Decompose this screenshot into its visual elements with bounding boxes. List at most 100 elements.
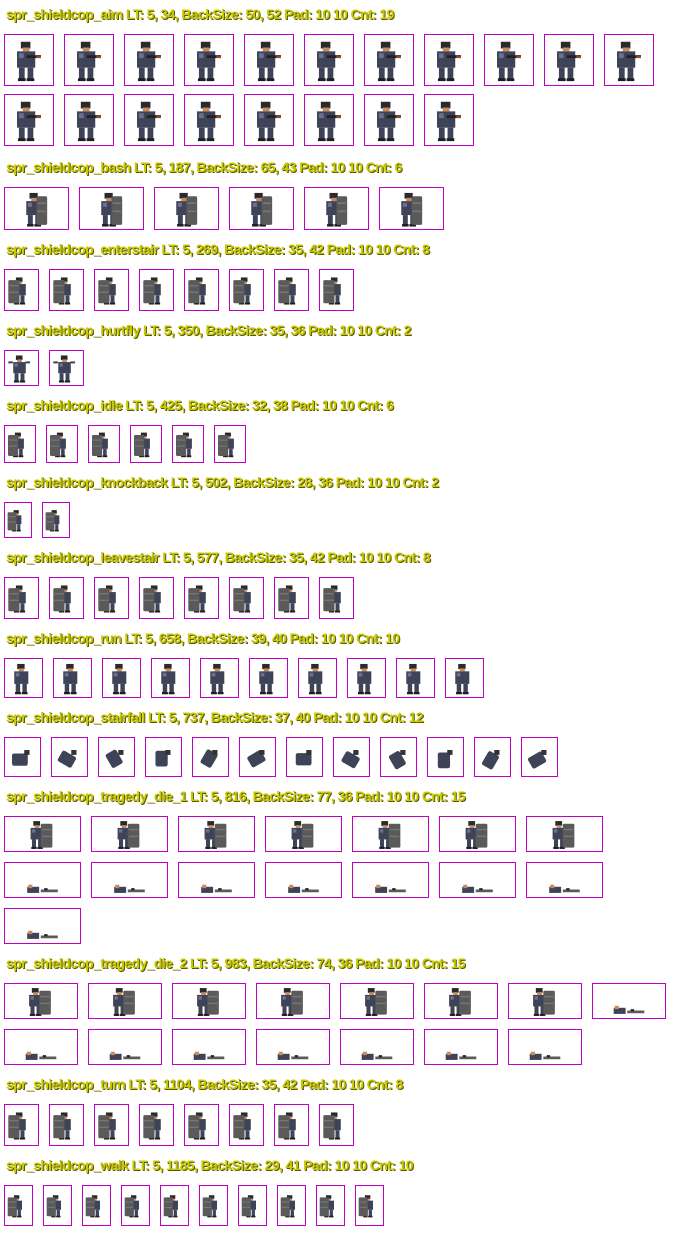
cop-sprite-icon <box>30 821 53 849</box>
sprite-frame <box>160 1185 189 1226</box>
sprite-frame <box>355 1185 384 1226</box>
sprite-frame <box>4 577 39 619</box>
cop-sprite-icon <box>278 277 296 305</box>
cop-sprite-icon <box>308 663 323 695</box>
sprite-label: spr_shieldcop_tragedy_die_1 LT: 5, 816, … <box>6 788 466 804</box>
cop-sprite-icon <box>557 41 581 82</box>
cop-sprite-icon <box>92 432 108 458</box>
sprite-frame <box>352 816 429 852</box>
cop-sprite-icon <box>278 1112 296 1140</box>
cop-sprite-icon <box>98 277 116 305</box>
cop-sprite-icon <box>98 585 116 613</box>
sprite-label: spr_shieldcop_enterstair LT: 5, 269, Bac… <box>6 241 430 257</box>
sprite-label: spr_shieldcop_hurtfly LT: 5, 350, BackSi… <box>6 322 411 338</box>
sprite-frame <box>424 94 474 146</box>
cop-sprite-icon <box>277 1051 309 1060</box>
sprite-frame <box>178 816 255 852</box>
cop-sprite-icon <box>12 750 30 766</box>
cop-sprite-icon <box>204 821 227 849</box>
cop-sprite-icon <box>288 884 319 893</box>
cop-sprite-icon <box>143 277 161 305</box>
sprite-frame <box>274 1104 309 1146</box>
sprite-frame <box>91 862 168 898</box>
sprite-frame <box>102 658 141 698</box>
sprite-frame <box>286 737 323 777</box>
sprite-frame <box>445 658 484 698</box>
cop-sprite-icon <box>462 884 493 893</box>
cop-sprite-icon <box>549 884 580 893</box>
sprite-frame <box>145 737 182 777</box>
sprite-label: spr_shieldcop_stairfall LT: 5, 737, Back… <box>6 709 424 725</box>
sprite-frame <box>184 269 219 311</box>
cop-sprite-icon <box>176 432 192 458</box>
cop-sprite-icon <box>26 192 48 227</box>
sprite-frame <box>424 983 498 1019</box>
cop-sprite-icon <box>8 355 31 383</box>
cop-sprite-icon <box>465 821 488 849</box>
cop-sprite-icon <box>101 192 123 227</box>
sprite-frame <box>200 658 239 698</box>
cop-sprite-icon <box>341 750 360 769</box>
cop-sprite-icon <box>401 192 423 227</box>
sprite-frame <box>340 1029 414 1065</box>
sprite-frame <box>121 1185 150 1226</box>
sprite-frame <box>49 577 84 619</box>
sprite-frame <box>439 862 516 898</box>
sprite-frame <box>4 1185 33 1226</box>
sprite-frame <box>265 862 342 898</box>
cop-sprite-icon <box>63 663 78 695</box>
sprite-frame <box>277 1185 306 1226</box>
cop-sprite-icon <box>124 1195 140 1218</box>
sprite-frame <box>214 425 246 463</box>
sprite-frame <box>319 1104 354 1146</box>
sprite-frame <box>130 425 162 463</box>
sprite-frame <box>4 1104 39 1146</box>
sprite-frame <box>4 34 54 86</box>
cop-sprite-icon <box>278 585 296 613</box>
cop-sprite-icon <box>134 432 150 458</box>
cop-sprite-icon <box>163 1195 179 1218</box>
cop-sprite-icon <box>218 432 234 458</box>
sprite-frame <box>364 94 414 146</box>
sprite-frame <box>380 737 417 777</box>
sprite-frame <box>4 737 41 777</box>
cop-sprite-icon <box>109 1051 141 1060</box>
sprite-frame <box>199 1185 228 1226</box>
cop-sprite-icon <box>281 988 303 1016</box>
cop-sprite-icon <box>323 585 341 613</box>
sprite-frame <box>184 577 219 619</box>
sprite-frame <box>424 1029 498 1065</box>
cop-sprite-icon <box>388 750 406 770</box>
cop-sprite-icon <box>85 1195 101 1218</box>
cop-sprite-icon <box>176 192 198 227</box>
cop-sprite-icon <box>161 663 176 695</box>
cop-sprite-icon <box>552 821 575 849</box>
cop-sprite-icon <box>201 884 232 893</box>
sprite-frame <box>139 577 174 619</box>
sprite-frame <box>229 577 264 619</box>
cop-sprite-icon <box>295 750 312 766</box>
cop-sprite-icon <box>105 749 124 768</box>
cop-sprite-icon <box>233 277 251 305</box>
cop-sprite-icon <box>46 1195 62 1218</box>
cop-sprite-icon <box>251 192 273 227</box>
cop-sprite-icon <box>113 988 135 1016</box>
cop-sprite-icon <box>197 101 221 142</box>
sprite-frame <box>42 502 70 538</box>
cop-sprite-icon <box>259 663 274 695</box>
sprite-frame <box>139 269 174 311</box>
cop-sprite-icon <box>617 41 641 82</box>
sprite-frame <box>604 34 654 86</box>
cop-sprite-icon <box>247 750 266 768</box>
sprite-frame <box>256 1029 330 1065</box>
cop-sprite-icon <box>114 884 145 893</box>
cop-sprite-icon <box>406 663 421 695</box>
sprite-frame <box>244 34 294 86</box>
cop-sprite-icon <box>50 432 66 458</box>
sprite-frame <box>4 816 81 852</box>
sprite-frame <box>4 658 43 698</box>
sprite-frame <box>94 269 129 311</box>
sprite-frame <box>88 425 120 463</box>
sprite-frame <box>298 658 337 698</box>
cop-sprite-icon <box>210 663 225 695</box>
